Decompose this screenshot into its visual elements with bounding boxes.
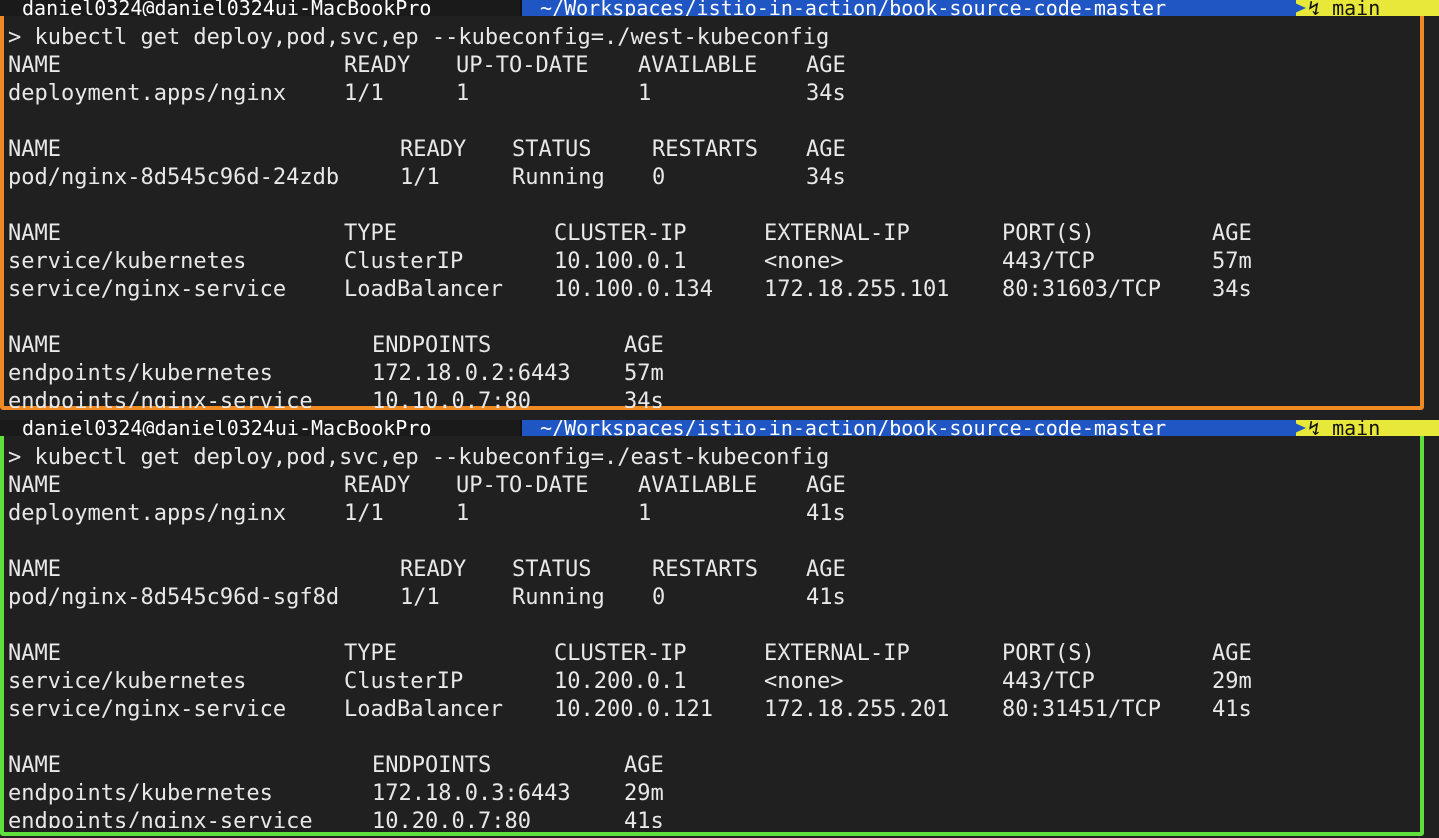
table-row: endpoints/nginx-service 10.10.0.7:80 34s — [8, 389, 664, 408]
table-row: endpoints/kubernetes 172.18.0.2:6443 57m — [8, 361, 664, 386]
git-branch-icon: ↯ — [1308, 0, 1321, 16]
powerline-separator — [1288, 0, 1306, 16]
table-header: NAME READY STATUS RESTARTS AGE — [8, 137, 846, 162]
prompt-user-host: daniel0324@daniel0324ui-MacBookPro — [0, 420, 520, 436]
table-row: deployment.apps/nginx 1/1 1 1 34s — [8, 81, 846, 106]
table-row: endpoints/nginx-service 10.20.0.7:80 41s — [8, 809, 664, 828]
table-header: NAME TYPE CLUSTER-IP EXTERNAL-IP PORT(S)… — [8, 221, 1252, 246]
table-header: NAME READY UP-TO-DATE AVAILABLE AGE — [8, 53, 846, 78]
terminal-output[interactable]: > kubectl get deploy,pod,svc,ep --kubeco… — [8, 24, 1418, 408]
table-row: endpoints/kubernetes 172.18.0.3:6443 29m — [8, 781, 664, 806]
prompt-path: ~/Workspaces/istio-in-action/book-source… — [522, 0, 1302, 16]
branch-name: main — [1332, 420, 1381, 436]
table-header: NAME ENDPOINTS AGE — [8, 753, 664, 778]
table-row: service/kubernetes ClusterIP 10.100.0.1 … — [8, 249, 1252, 274]
prompt-bar: daniel0324@daniel0324ui-MacBookPro ~/Wor… — [0, 420, 1439, 436]
table-row: service/kubernetes ClusterIP 10.200.0.1 … — [8, 669, 1252, 694]
table-header: NAME TYPE CLUSTER-IP EXTERNAL-IP PORT(S)… — [8, 641, 1252, 666]
table-row: pod/nginx-8d545c96d-sgf8d 1/1 Running 0 … — [8, 585, 846, 610]
command-line: > kubectl get deploy,pod,svc,ep --kubeco… — [8, 445, 830, 470]
table-row: pod/nginx-8d545c96d-24zdb 1/1 Running 0 … — [8, 165, 846, 190]
table-header: NAME ENDPOINTS AGE — [8, 333, 664, 358]
command-line: > kubectl get deploy,pod,svc,ep --kubeco… — [8, 25, 830, 50]
powerline-separator — [504, 420, 522, 436]
terminal-pane-east[interactable]: daniel0324@daniel0324ui-MacBookPro ~/Wor… — [0, 420, 1439, 838]
prompt-user-host: daniel0324@daniel0324ui-MacBookPro — [0, 0, 520, 16]
table-row: service/nginx-service LoadBalancer 10.10… — [8, 277, 1252, 302]
table-header: NAME READY UP-TO-DATE AVAILABLE AGE — [8, 473, 846, 498]
prompt-bar: daniel0324@daniel0324ui-MacBookPro ~/Wor… — [0, 0, 1439, 16]
git-branch-icon: ↯ — [1308, 420, 1321, 436]
terminal-pane-west[interactable]: daniel0324@daniel0324ui-MacBookPro ~/Wor… — [0, 0, 1439, 420]
prompt-branch: ↯ main — [1296, 0, 1439, 16]
table-row: service/nginx-service LoadBalancer 10.20… — [8, 697, 1252, 722]
prompt-branch: ↯ main — [1296, 420, 1439, 436]
table-header: NAME READY STATUS RESTARTS AGE — [8, 557, 846, 582]
prompt-path: ~/Workspaces/istio-in-action/book-source… — [522, 420, 1302, 436]
terminal-output[interactable]: > kubectl get deploy,pod,svc,ep --kubeco… — [8, 444, 1418, 828]
branch-name: main — [1332, 0, 1381, 16]
powerline-separator — [1288, 420, 1306, 436]
powerline-separator — [504, 0, 522, 16]
table-row: deployment.apps/nginx 1/1 1 1 41s — [8, 501, 846, 526]
